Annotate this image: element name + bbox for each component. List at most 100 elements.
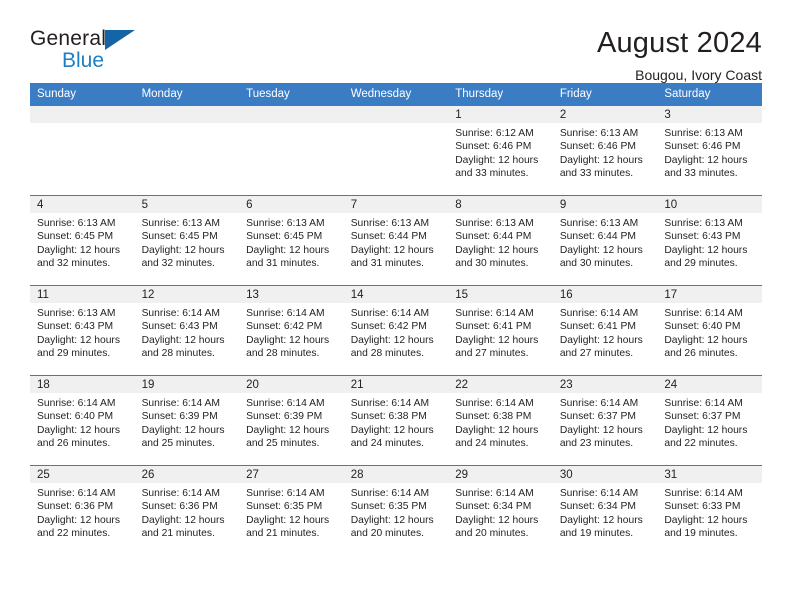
calendar-day-cell[interactable]: 31 Sunrise: 6:14 AM Sunset: 6:33 PM Dayli… xyxy=(657,465,762,555)
calendar-day-cell[interactable]: 3 Sunrise: 6:13 AM Sunset: 6:46 PM Daylig… xyxy=(657,105,762,196)
calendar-day-cell[interactable]: 26 Sunrise: 6:14 AM Sunset: 6:36 PM Dayli… xyxy=(134,465,240,555)
day-number xyxy=(30,106,135,123)
sun-times-details: Sunrise: 6:14 AM Sunset: 6:40 PM Dayligh… xyxy=(37,398,120,450)
day-cell-content: 9 Sunrise: 6:13 AM Sunset: 6:44 PM Daylig… xyxy=(552,196,658,285)
calendar-day-cell[interactable] xyxy=(343,105,449,196)
day-cell-content: 29 Sunrise: 6:14 AM Sunset: 6:34 PM Dayli… xyxy=(448,466,553,555)
day-cell-content: 30 Sunrise: 6:14 AM Sunset: 6:34 PM Dayli… xyxy=(552,466,658,555)
sun-times-details: Sunrise: 6:14 AM Sunset: 6:41 PM Dayligh… xyxy=(455,308,539,360)
page-header: General Blue August 2024 Bougou, Ivory C… xyxy=(30,0,762,84)
calendar-day-cell[interactable]: 25 Sunrise: 6:14 AM Sunset: 6:36 PM Dayli… xyxy=(30,465,135,555)
calendar-day-cell[interactable]: 2 Sunrise: 6:13 AM Sunset: 6:46 PM Daylig… xyxy=(552,105,658,196)
day-number: 19 xyxy=(134,376,240,393)
weekday-header-sunday: Sunday xyxy=(30,83,135,106)
calendar-day-cell[interactable]: 28 Sunrise: 6:14 AM Sunset: 6:35 PM Dayli… xyxy=(343,465,449,555)
sun-times-details: Sunrise: 6:13 AM Sunset: 6:46 PM Dayligh… xyxy=(664,128,748,180)
calendar-day-cell[interactable] xyxy=(30,105,135,196)
day-cell-content: 7 Sunrise: 6:13 AM Sunset: 6:44 PM Daylig… xyxy=(343,196,449,285)
day-cell-content: 1 Sunrise: 6:12 AM Sunset: 6:46 PM Daylig… xyxy=(448,106,553,195)
calendar-day-cell[interactable]: 12 Sunrise: 6:14 AM Sunset: 6:43 PM Dayli… xyxy=(134,285,240,376)
sun-times-details: Sunrise: 6:12 AM Sunset: 6:46 PM Dayligh… xyxy=(455,128,539,180)
calendar-day-cell[interactable]: 29 Sunrise: 6:14 AM Sunset: 6:34 PM Dayli… xyxy=(448,465,553,555)
calendar-day-cell[interactable]: 23 Sunrise: 6:14 AM Sunset: 6:37 PM Dayli… xyxy=(552,375,658,466)
day-cell-content: 16 Sunrise: 6:14 AM Sunset: 6:41 PM Dayli… xyxy=(552,286,658,375)
calendar-day-cell[interactable]: 7 Sunrise: 6:13 AM Sunset: 6:44 PM Daylig… xyxy=(343,195,449,286)
day-number: 18 xyxy=(30,376,135,393)
title-block: August 2024 Bougou, Ivory Coast xyxy=(596,27,762,84)
day-number: 13 xyxy=(239,286,344,303)
day-cell-content: 3 Sunrise: 6:13 AM Sunset: 6:46 PM Daylig… xyxy=(657,106,762,195)
day-number: 25 xyxy=(30,466,135,483)
calendar-day-cell[interactable]: 21 Sunrise: 6:14 AM Sunset: 6:38 PM Dayli… xyxy=(343,375,449,466)
day-cell-content: 24 Sunrise: 6:14 AM Sunset: 6:37 PM Dayli… xyxy=(657,376,762,465)
calendar-day-cell[interactable]: 17 Sunrise: 6:14 AM Sunset: 6:40 PM Dayli… xyxy=(657,285,762,376)
sun-times-details: Sunrise: 6:14 AM Sunset: 6:37 PM Dayligh… xyxy=(559,398,643,450)
calendar-day-cell[interactable]: 1 Sunrise: 6:12 AM Sunset: 6:46 PM Daylig… xyxy=(448,105,553,196)
calendar-body: 1 Sunrise: 6:12 AM Sunset: 6:46 PM Daylig… xyxy=(30,105,762,555)
day-number: 28 xyxy=(343,466,449,483)
weekday-header-tuesday: Tuesday xyxy=(239,83,344,106)
day-cell-content: 8 Sunrise: 6:13 AM Sunset: 6:44 PM Daylig… xyxy=(448,196,553,285)
sun-times-details: Sunrise: 6:13 AM Sunset: 6:43 PM Dayligh… xyxy=(37,308,120,360)
calendar-day-cell[interactable]: 16 Sunrise: 6:14 AM Sunset: 6:41 PM Dayli… xyxy=(552,285,658,376)
weekday-header-saturday: Saturday xyxy=(657,83,762,106)
calendar-day-cell[interactable]: 8 Sunrise: 6:13 AM Sunset: 6:44 PM Daylig… xyxy=(448,195,553,286)
sun-times-details: Sunrise: 6:14 AM Sunset: 6:33 PM Dayligh… xyxy=(664,488,748,540)
sun-times-details: Sunrise: 6:14 AM Sunset: 6:34 PM Dayligh… xyxy=(455,488,539,540)
calendar-day-cell[interactable]: 14 Sunrise: 6:14 AM Sunset: 6:42 PM Dayli… xyxy=(343,285,449,376)
calendar-day-cell[interactable]: 19 Sunrise: 6:14 AM Sunset: 6:39 PM Dayli… xyxy=(134,375,240,466)
calendar-day-cell[interactable]: 18 Sunrise: 6:14 AM Sunset: 6:40 PM Dayli… xyxy=(30,375,135,466)
day-number: 5 xyxy=(134,196,240,213)
day-number: 30 xyxy=(552,466,658,483)
sun-times-details: Sunrise: 6:13 AM Sunset: 6:45 PM Dayligh… xyxy=(141,218,225,270)
day-cell-content xyxy=(134,106,240,195)
calendar-week-row: 18 Sunrise: 6:14 AM Sunset: 6:40 PM Dayli… xyxy=(30,375,762,466)
day-cell-content: 18 Sunrise: 6:14 AM Sunset: 6:40 PM Dayli… xyxy=(30,376,135,465)
calendar-day-cell[interactable] xyxy=(239,105,344,196)
day-cell-content: 27 Sunrise: 6:14 AM Sunset: 6:35 PM Dayli… xyxy=(239,466,344,555)
sun-times-details xyxy=(30,123,135,127)
day-number: 26 xyxy=(134,466,240,483)
calendar-week-row: 25 Sunrise: 6:14 AM Sunset: 6:36 PM Dayli… xyxy=(30,465,762,555)
day-cell-content: 19 Sunrise: 6:14 AM Sunset: 6:39 PM Dayli… xyxy=(134,376,240,465)
calendar-day-cell[interactable]: 5 Sunrise: 6:13 AM Sunset: 6:45 PM Daylig… xyxy=(134,195,240,286)
day-cell-content xyxy=(343,106,449,195)
day-number: 23 xyxy=(552,376,658,393)
day-number: 22 xyxy=(448,376,553,393)
day-cell-content: 5 Sunrise: 6:13 AM Sunset: 6:45 PM Daylig… xyxy=(134,196,240,285)
calendar-day-cell[interactable]: 4 Sunrise: 6:13 AM Sunset: 6:45 PM Daylig… xyxy=(30,195,135,286)
calendar-day-cell[interactable] xyxy=(134,105,240,196)
day-cell-content: 10 Sunrise: 6:13 AM Sunset: 6:43 PM Dayli… xyxy=(657,196,762,285)
day-cell-content: 23 Sunrise: 6:14 AM Sunset: 6:37 PM Dayli… xyxy=(552,376,658,465)
sun-times-details: Sunrise: 6:13 AM Sunset: 6:45 PM Dayligh… xyxy=(246,218,330,270)
day-cell-content xyxy=(30,106,135,195)
calendar-day-cell[interactable]: 24 Sunrise: 6:14 AM Sunset: 6:37 PM Dayli… xyxy=(657,375,762,466)
day-number: 15 xyxy=(448,286,553,303)
day-number: 14 xyxy=(343,286,449,303)
day-cell-content: 2 Sunrise: 6:13 AM Sunset: 6:46 PM Daylig… xyxy=(552,106,658,195)
calendar-day-cell[interactable]: 30 Sunrise: 6:14 AM Sunset: 6:34 PM Dayli… xyxy=(552,465,658,555)
sun-times-details xyxy=(239,123,344,127)
day-cell-content xyxy=(239,106,344,195)
day-number: 1 xyxy=(448,106,553,123)
calendar-day-cell[interactable]: 22 Sunrise: 6:14 AM Sunset: 6:38 PM Dayli… xyxy=(448,375,553,466)
day-number: 21 xyxy=(343,376,449,393)
calendar-day-cell[interactable]: 11 Sunrise: 6:13 AM Sunset: 6:43 PM Dayli… xyxy=(30,285,135,376)
sun-times-details: Sunrise: 6:14 AM Sunset: 6:34 PM Dayligh… xyxy=(559,488,643,540)
day-number: 12 xyxy=(134,286,240,303)
day-number xyxy=(134,106,240,123)
calendar-day-cell[interactable]: 20 Sunrise: 6:14 AM Sunset: 6:39 PM Dayli… xyxy=(239,375,344,466)
sun-times-details: Sunrise: 6:14 AM Sunset: 6:35 PM Dayligh… xyxy=(246,488,330,540)
general-blue-logo[interactable]: General Blue xyxy=(30,28,150,76)
calendar-day-cell[interactable]: 15 Sunrise: 6:14 AM Sunset: 6:41 PM Dayli… xyxy=(448,285,553,376)
calendar-day-cell[interactable]: 6 Sunrise: 6:13 AM Sunset: 6:45 PM Daylig… xyxy=(239,195,344,286)
calendar-day-cell[interactable]: 27 Sunrise: 6:14 AM Sunset: 6:35 PM Dayli… xyxy=(239,465,344,555)
calendar-day-cell[interactable]: 13 Sunrise: 6:14 AM Sunset: 6:42 PM Dayli… xyxy=(239,285,344,376)
calendar-day-cell[interactable]: 9 Sunrise: 6:13 AM Sunset: 6:44 PM Daylig… xyxy=(552,195,658,286)
sun-times-details: Sunrise: 6:14 AM Sunset: 6:39 PM Dayligh… xyxy=(246,398,330,450)
day-number: 9 xyxy=(552,196,658,213)
sun-times-details: Sunrise: 6:14 AM Sunset: 6:38 PM Dayligh… xyxy=(350,398,434,450)
page-title: August 2024 xyxy=(596,27,762,59)
calendar-day-cell[interactable]: 10 Sunrise: 6:13 AM Sunset: 6:43 PM Dayli… xyxy=(657,195,762,286)
calendar-week-row: 4 Sunrise: 6:13 AM Sunset: 6:45 PM Daylig… xyxy=(30,195,762,286)
